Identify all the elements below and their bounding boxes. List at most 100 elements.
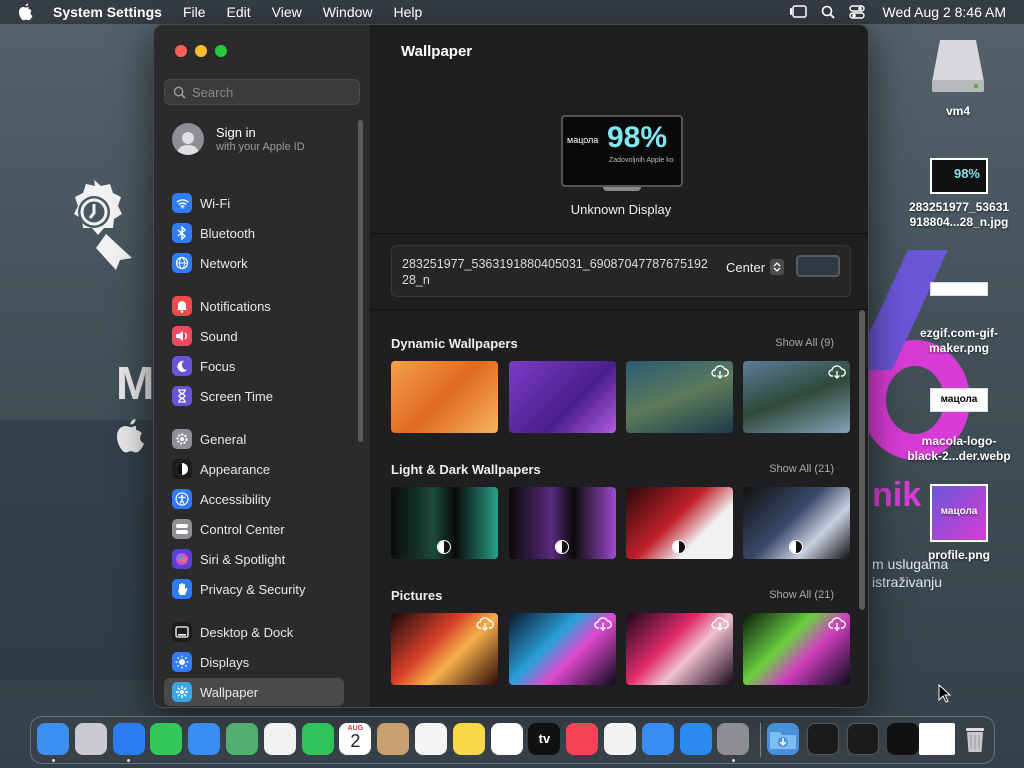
sidebar-item-privacy-security[interactable]: Privacy & Security xyxy=(164,575,344,603)
dock-notes-icon[interactable] xyxy=(452,723,485,755)
wallpaper-thumbnail[interactable] xyxy=(626,361,733,433)
recent-file-thumbnail-4[interactable] xyxy=(919,723,955,755)
menu-window[interactable]: Window xyxy=(323,4,373,20)
menu-app-name[interactable]: System Settings xyxy=(53,4,162,20)
sidebar-item-label: General xyxy=(200,431,247,447)
wallpaper-thumbnail[interactable] xyxy=(391,613,498,685)
wallpaper-thumbnail[interactable] xyxy=(391,361,498,433)
moon-icon xyxy=(172,356,192,376)
section-light-dark-title: Light & Dark Wallpapers xyxy=(391,462,541,477)
wallpaper-thumbnail[interactable] xyxy=(743,361,850,433)
sidebar-item-general[interactable]: General xyxy=(164,425,344,453)
sidebar-item-control-center[interactable]: Control Center xyxy=(164,515,344,543)
fit-mode-select[interactable]: Center xyxy=(726,259,785,275)
dock-maps-icon[interactable] xyxy=(226,723,258,755)
wallpaper-thumbnail[interactable] xyxy=(626,487,733,559)
wallpaper-pane: Wallpaper мацола 98% Zadovoljnih Apple k… xyxy=(370,25,868,707)
wallpaper-apple-logo xyxy=(117,419,144,453)
control-center-icon xyxy=(172,519,192,539)
show-all-dynamic-button[interactable]: Show All (9) xyxy=(775,337,834,349)
recent-file-thumbnail-2[interactable] xyxy=(847,723,879,755)
sidebar-item-sound[interactable]: Sound xyxy=(164,322,344,350)
sidebar-item-network[interactable]: Network xyxy=(164,249,344,277)
desktop-item-jpg[interactable]: 98% 283251977_53631 918804...28_n.jpg xyxy=(900,158,1018,230)
sidebar-search[interactable] xyxy=(164,79,360,105)
dock-calendar-icon[interactable]: AUG 2 xyxy=(339,723,372,755)
dock-freeform-icon[interactable] xyxy=(490,723,523,755)
wallpaper-thumbnail[interactable] xyxy=(743,487,850,559)
sidebar-item-label: Focus xyxy=(200,358,236,374)
dock-photos-icon[interactable] xyxy=(263,723,296,755)
sidebar-item-notifications[interactable]: Notifications xyxy=(164,292,344,320)
sidebar-item-accessibility[interactable]: Accessibility xyxy=(164,485,344,513)
desktop-item-webp[interactable]: мацола macola-logo- black-2...der.webp xyxy=(900,388,1018,464)
sidebar-item-bluetooth[interactable]: Bluetooth xyxy=(164,219,344,247)
hand-icon xyxy=(172,579,192,599)
sidebar-item-screen-time[interactable]: Screen Time xyxy=(164,382,344,410)
sidebar-item-focus[interactable]: Focus xyxy=(164,352,344,380)
search-input[interactable] xyxy=(192,84,352,100)
dock-mail-icon[interactable] xyxy=(188,723,221,755)
desktop-item-vm4[interactable]: vm4 xyxy=(918,36,998,119)
dock-facetime-icon[interactable] xyxy=(301,723,334,755)
dock-app-store-icon[interactable] xyxy=(679,723,712,755)
divider xyxy=(371,233,868,234)
menu-view[interactable]: View xyxy=(272,4,302,20)
dock-keynote-icon[interactable] xyxy=(641,723,674,755)
zoom-window-button[interactable] xyxy=(215,45,227,57)
menu-bar-clock[interactable]: Wed Aug 2 8:46 AM xyxy=(883,4,1007,20)
desktop-item-ezgif[interactable]: ezgif.com-gif- maker.png xyxy=(900,282,1018,356)
wallpaper-thumbnail[interactable] xyxy=(509,613,616,685)
desktop-item-profile[interactable]: мацола profile.png xyxy=(900,484,1018,563)
sidebar-item-wi-fi[interactable]: Wi-Fi xyxy=(164,189,344,217)
dock-news-icon[interactable] xyxy=(604,723,636,755)
dock-separator xyxy=(760,723,761,757)
dock-tv-icon[interactable]: tv xyxy=(528,723,561,755)
dock-finder-icon[interactable] xyxy=(37,723,69,755)
dock-contacts-icon[interactable] xyxy=(377,723,410,755)
dock-safari-icon[interactable] xyxy=(112,723,145,755)
menu-file[interactable]: File xyxy=(183,4,206,20)
dock-system-settings-icon[interactable] xyxy=(717,723,750,755)
monitor-preview-percent: 98% xyxy=(607,121,668,154)
minimize-window-button[interactable] xyxy=(195,45,207,57)
gallery-scrollbar[interactable] xyxy=(859,310,865,610)
dock-music-icon[interactable] xyxy=(566,723,599,755)
trash-icon[interactable] xyxy=(959,723,991,755)
apple-id-sign-in[interactable]: Sign in with your Apple ID xyxy=(172,123,305,155)
control-center-icon[interactable] xyxy=(848,5,865,19)
downloads-folder-icon[interactable] xyxy=(767,723,799,755)
sidebar-item-displays[interactable]: Displays xyxy=(164,648,344,676)
show-all-pictures-button[interactable]: Show All (21) xyxy=(769,589,834,601)
wallpaper-thumbnail[interactable] xyxy=(391,487,498,559)
sidebar-item-label: Privacy & Security xyxy=(200,581,306,597)
dock-reminders-icon[interactable] xyxy=(415,723,447,755)
window-controls xyxy=(175,45,227,57)
sidebar-item-appearance[interactable]: Appearance xyxy=(164,455,344,483)
display-preview[interactable]: мацола 98% Zadovoljnih Apple ko xyxy=(561,115,683,191)
sidebar-item-desktop-dock[interactable]: Desktop & Dock xyxy=(164,618,344,646)
sidebar-scrollbar[interactable] xyxy=(358,120,363,442)
sidebar-item-wallpaper[interactable]: Wallpaper xyxy=(164,678,344,706)
color-well-button[interactable] xyxy=(796,255,840,277)
stage-manager-icon[interactable] xyxy=(789,5,807,19)
wallpaper-thumbnail[interactable] xyxy=(743,613,850,685)
dock-launchpad-icon[interactable] xyxy=(74,723,107,755)
wallpaper-thumbnail[interactable] xyxy=(509,361,616,433)
wallpaper-file-name: 283251977_5363191880405031_6908704778767… xyxy=(402,257,708,287)
spotlight-search-icon[interactable] xyxy=(821,5,835,19)
sidebar-item-siri-spotlight[interactable]: Siri & Spotlight xyxy=(164,545,344,573)
show-all-light-dark-button[interactable]: Show All (21) xyxy=(769,463,834,475)
menu-help[interactable]: Help xyxy=(394,4,423,20)
light-dark-icon xyxy=(437,540,451,554)
apple-menu-icon[interactable] xyxy=(17,3,35,21)
dock-messages-icon[interactable] xyxy=(150,723,183,755)
wallpaper-thumbnail[interactable] xyxy=(509,487,616,559)
wallpaper-thumbnail[interactable] xyxy=(626,613,733,685)
recent-file-thumbnail-1[interactable] xyxy=(807,723,839,755)
wallpaper-icon xyxy=(172,682,192,702)
close-window-button[interactable] xyxy=(175,45,187,57)
recent-file-thumbnail-3[interactable] xyxy=(887,723,919,755)
bluetooth-icon xyxy=(172,223,192,243)
menu-edit[interactable]: Edit xyxy=(227,4,251,20)
